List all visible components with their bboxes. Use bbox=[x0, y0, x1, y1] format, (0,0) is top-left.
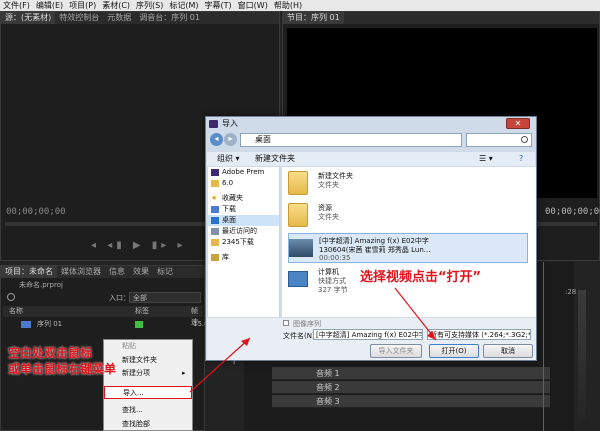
annotation-arrows bbox=[189, 287, 437, 393]
arrow-line-to-import bbox=[189, 337, 251, 393]
arrow-head-icon bbox=[427, 331, 436, 340]
arrow-line-to-open bbox=[394, 287, 437, 341]
